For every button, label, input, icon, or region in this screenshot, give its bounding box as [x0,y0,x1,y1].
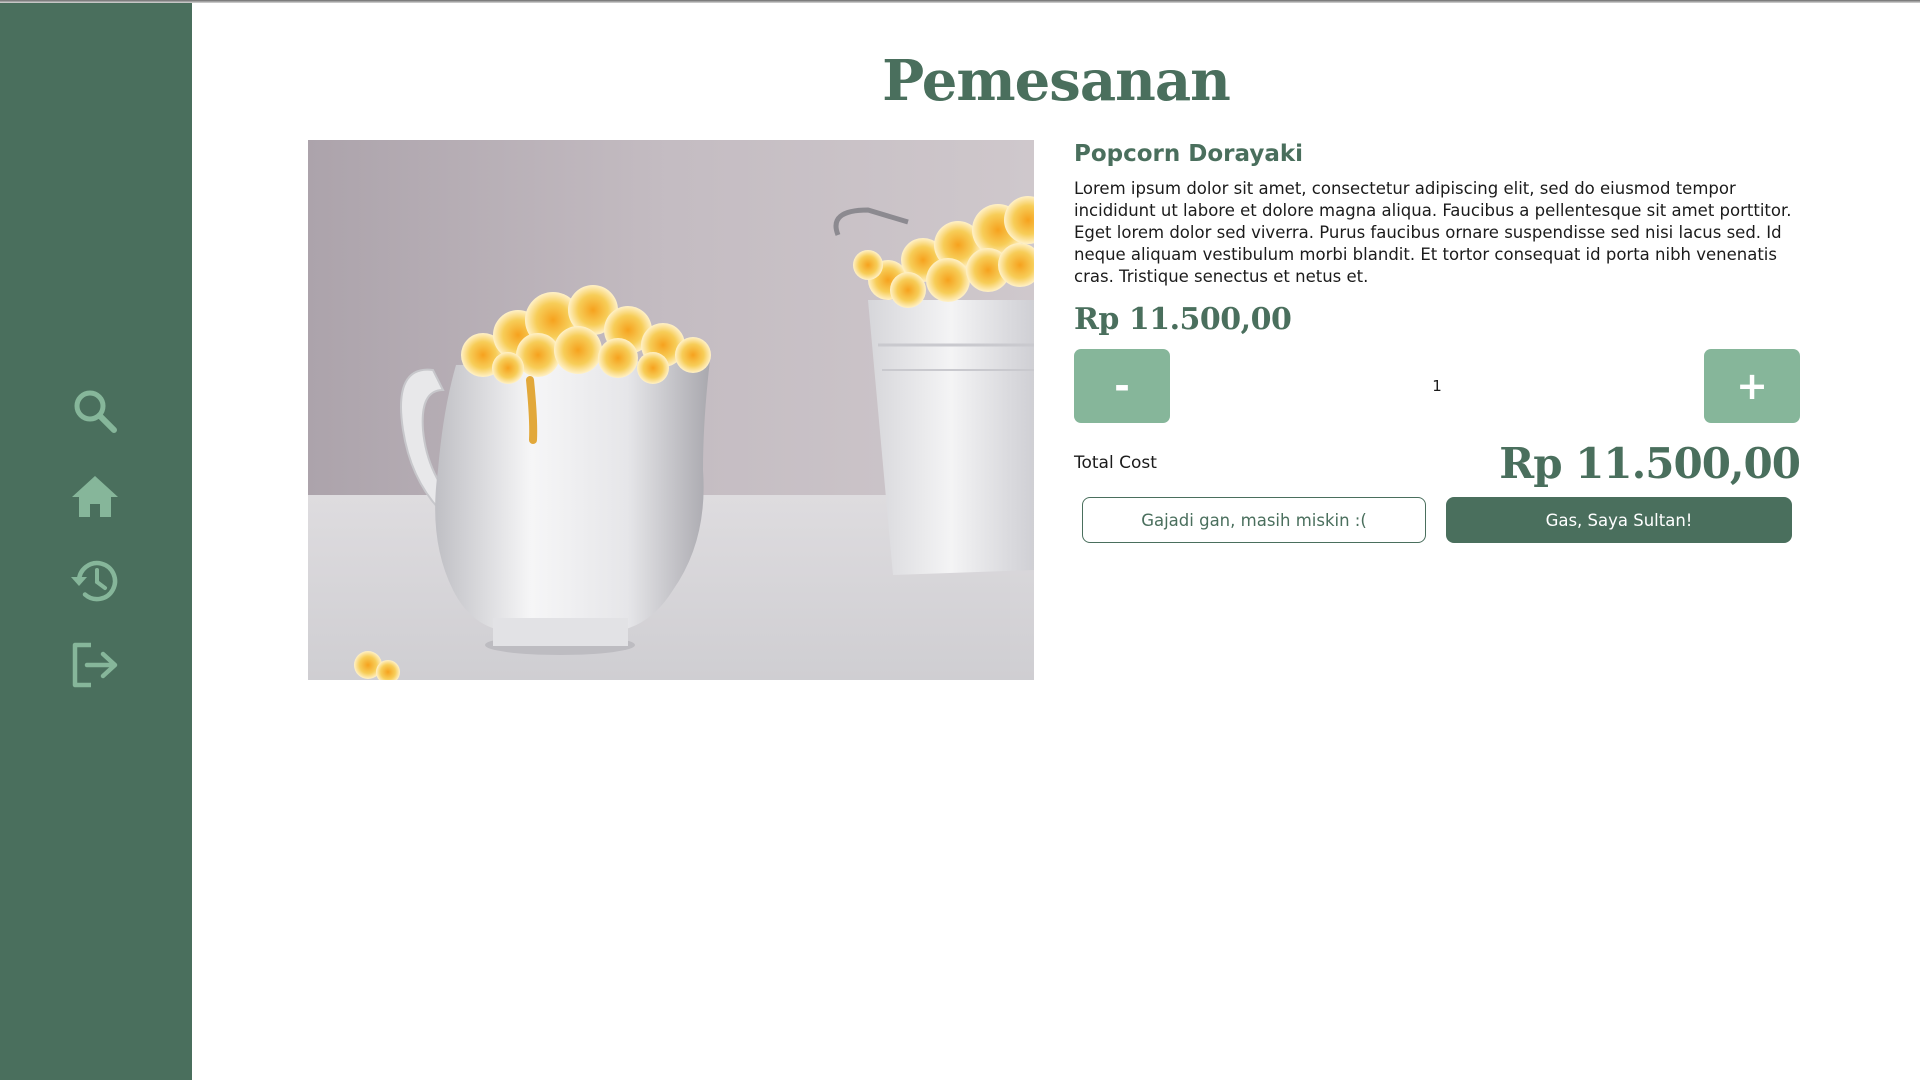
product-description: Lorem ipsum dolor sit amet, consectetur … [1074,179,1792,286]
top-shadow-bar [0,0,1920,3]
confirm-order-button[interactable]: Gas, Saya Sultan! [1446,497,1792,543]
sidebar [0,0,192,1080]
increase-quantity-button[interactable]: + [1704,349,1800,423]
search-icon[interactable] [68,384,122,438]
product-price: Rp 11.500,00 [1074,302,1292,337]
total-cost-value: Rp 11.500,00 [1499,439,1801,488]
home-icon[interactable] [68,470,122,524]
total-cost-row: Total Cost Rp 11.500,00 [1074,439,1801,489]
product-name: Popcorn Dorayaki [1074,141,1304,167]
page-title: Pemesanan [882,48,1231,114]
total-cost-label: Total Cost [1074,453,1157,473]
product-details: Popcorn Dorayaki Lorem ipsum dolor sit a… [1074,140,1801,545]
quantity-stepper: - 1 + [1074,349,1800,423]
decrease-quantity-button[interactable]: - [1074,349,1170,423]
logout-icon[interactable] [68,638,122,692]
order-actions: Gajadi gan, masih miskin :( Gas, Saya Su… [1074,497,1800,545]
quantity-value[interactable]: 1 [1170,349,1704,423]
product-image [308,140,1034,680]
history-icon[interactable] [68,554,122,608]
cancel-order-button[interactable]: Gajadi gan, masih miskin :( [1082,497,1426,543]
